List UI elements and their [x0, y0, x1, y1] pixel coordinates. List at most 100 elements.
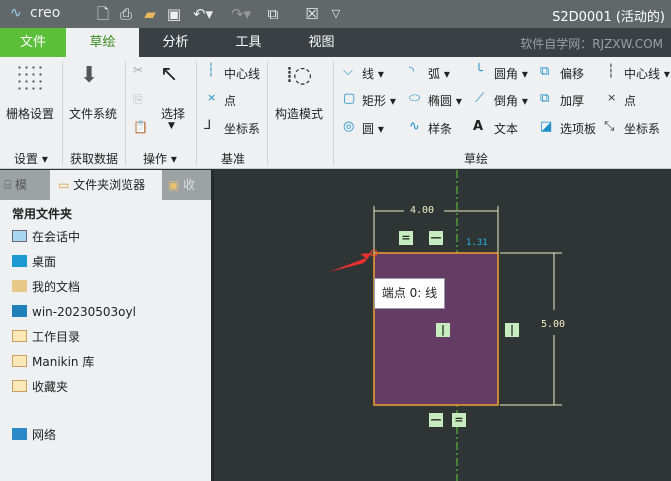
ellipse-button[interactable]: 椭圆 ▾ — [428, 92, 462, 109]
arc-button[interactable]: 弧 ▾ — [428, 65, 450, 82]
fillet-button[interactable]: 圆角 ▾ — [494, 65, 528, 82]
annotation-arrow — [329, 253, 372, 272]
app-logo: creo — [30, 5, 61, 21]
undo-icon[interactable]: ↶▾ — [188, 4, 218, 24]
list-item-in-session[interactable]: 在会话中 — [12, 228, 80, 246]
construction-mode-icon: ⁞◌ — [286, 63, 313, 88]
select-arrow-icon: ↖ — [160, 62, 179, 87]
tab-tools[interactable]: 工具 — [212, 28, 285, 57]
vertical-constraint-icon[interactable]: | — [505, 323, 519, 337]
save-icon[interactable]: ▣ — [164, 4, 184, 24]
tab-file[interactable]: 文件 — [0, 28, 66, 57]
construction-mode-button[interactable]: 构造模式 — [275, 105, 323, 122]
open-icon[interactable]: ▰ — [140, 4, 160, 24]
title-bar: ∿ creo 🗋 ⎙ ▰ ▣ ↶▾ ↷▾ ⧉ ☒ ▽ S2D0001 (活动的) — [0, 0, 671, 28]
sketch-group-label: 草绘 — [464, 152, 489, 166]
height-dimension[interactable]: 5.00 — [541, 319, 565, 330]
tab-view[interactable]: 视图 — [285, 28, 358, 57]
offset-button[interactable]: 偏移 — [560, 65, 584, 82]
list-item-working-directory[interactable]: 工作目录 — [12, 328, 80, 346]
horizontal-constraint-icon[interactable]: — — [429, 413, 443, 427]
file-system-icon: ⬇ — [80, 63, 99, 88]
centerline-button-2[interactable]: 中心线 ▾ — [624, 65, 670, 82]
list-item-network[interactable]: 网络 — [12, 426, 56, 444]
settings-group-label[interactable]: 设置 ▾ — [14, 150, 48, 167]
sketch-canvas[interactable]: 4.00 5.00 1.31 = — | | — = 端点 0: 线 — [214, 170, 671, 481]
tab-sketch[interactable]: 草绘 — [66, 28, 139, 57]
redo-icon[interactable]: ↷▾ — [226, 4, 256, 24]
thicken-icon: ⧉ — [540, 91, 550, 106]
palette-icon: ◪ — [540, 119, 553, 134]
print-icon[interactable]: ⎙ — [116, 4, 136, 24]
cut-icon[interactable]: ✂ — [133, 63, 143, 77]
documents-folder-icon — [12, 280, 27, 292]
list-item-computer[interactable]: win-20230503oyl — [12, 303, 136, 321]
rectangle-icon: ▢ — [343, 91, 356, 106]
paste-icon[interactable]: 📋 — [133, 120, 148, 134]
monitor-icon — [12, 230, 27, 242]
network-icon — [12, 428, 27, 440]
operations-group-label[interactable]: 操作 ▾ — [143, 150, 177, 167]
line-icon: ⌵ — [343, 64, 353, 79]
select-button[interactable]: 选择 — [161, 105, 185, 122]
new-icon[interactable]: 🗋 — [93, 4, 113, 24]
equal-constraint-icon[interactable]: = — [452, 413, 466, 427]
get-data-group-label: 获取数据 — [70, 152, 119, 166]
spline-button[interactable]: 样条 — [428, 120, 452, 137]
window-title: S2D0001 (活动的) — [552, 10, 665, 25]
line-button[interactable]: 线 ▾ — [362, 65, 384, 82]
tab-folder-browser[interactable]: ▭ 文件夹浏览器 — [50, 170, 162, 200]
point-icon: × — [207, 91, 217, 104]
point-button-2[interactable]: 点 — [624, 92, 636, 109]
customize-icon[interactable]: ▽ — [326, 4, 346, 24]
coord-sys-icon: ⅃ — [204, 118, 212, 133]
chevron-down-icon[interactable]: ▼ — [168, 121, 175, 131]
arc-icon: ◝ — [409, 64, 415, 79]
windows-icon[interactable]: ⧉ — [263, 4, 283, 24]
vertical-constraint-icon[interactable]: | — [436, 323, 450, 337]
thicken-button[interactable]: 加厚 — [560, 92, 584, 109]
equal-constraint-icon[interactable]: = — [399, 231, 413, 245]
text-button[interactable]: 文本 — [494, 120, 518, 137]
text-icon: A — [473, 119, 484, 134]
centerline-button[interactable]: 中心线 — [224, 65, 260, 82]
list-item-my-documents[interactable]: 我的文档 — [12, 278, 80, 296]
computer-icon — [12, 305, 27, 317]
circle-icon: ◎ — [343, 119, 355, 134]
horizontal-constraint-icon[interactable]: — — [429, 231, 443, 245]
datum-group-label: 基准 — [221, 152, 246, 166]
coord-sys-icon: ⤡ — [604, 119, 615, 134]
endpoint-tooltip: 端点 0: 线 — [374, 278, 445, 309]
circle-button[interactable]: 圆 ▾ — [362, 120, 384, 137]
desktop-icon — [12, 255, 27, 267]
ellipse-icon: ⬭ — [409, 91, 421, 106]
centerline-icon: ┆ — [207, 63, 215, 78]
grid-settings-button[interactable]: 栅格设置 — [6, 105, 54, 122]
file-system-button[interactable]: 文件系统 — [69, 105, 117, 122]
coord-sys-button-2[interactable]: 坐标系 — [624, 120, 660, 137]
width-dimension[interactable]: 4.00 — [410, 205, 434, 216]
rectangle-button[interactable]: 矩形 ▾ — [362, 92, 396, 109]
list-item-manikin-library[interactable]: Manikin 库 — [12, 353, 94, 371]
chamfer-button[interactable]: 倒角 ▾ — [494, 92, 528, 109]
copy-icon[interactable]: ⎘ — [133, 92, 143, 107]
ribbon-tabs: 文件 草绘 分析 工具 视图 软件自学网：RJZXW.COM — [0, 28, 671, 57]
palette-button[interactable]: 选项板 — [560, 120, 596, 137]
tab-analysis[interactable]: 分析 — [139, 28, 212, 57]
watermark: 软件自学网：RJZXW.COM — [520, 37, 663, 51]
spline-icon: ∿ — [409, 119, 420, 134]
folders-heading: 常用文件夹 — [12, 207, 73, 221]
tab-model-tree[interactable]: ⌸ 模 — [4, 170, 48, 200]
close-window-icon[interactable]: ☒ — [302, 4, 322, 24]
offset-dimension[interactable]: 1.31 — [466, 238, 488, 248]
grid-icon — [16, 64, 44, 90]
centerline-icon: ┆ — [607, 64, 615, 79]
point-button[interactable]: 点 — [224, 92, 236, 109]
creo-logo-icon: ∿ — [10, 5, 22, 21]
tab-favorites[interactable]: ▣ 收 — [168, 170, 208, 200]
list-item-desktop[interactable]: 桌面 — [12, 253, 56, 271]
coord-sys-button[interactable]: 坐标系 — [224, 120, 260, 137]
fillet-icon: ╰ — [475, 64, 483, 79]
point-icon: × — [607, 91, 617, 104]
list-item-favorites[interactable]: 收藏夹 — [12, 378, 68, 396]
